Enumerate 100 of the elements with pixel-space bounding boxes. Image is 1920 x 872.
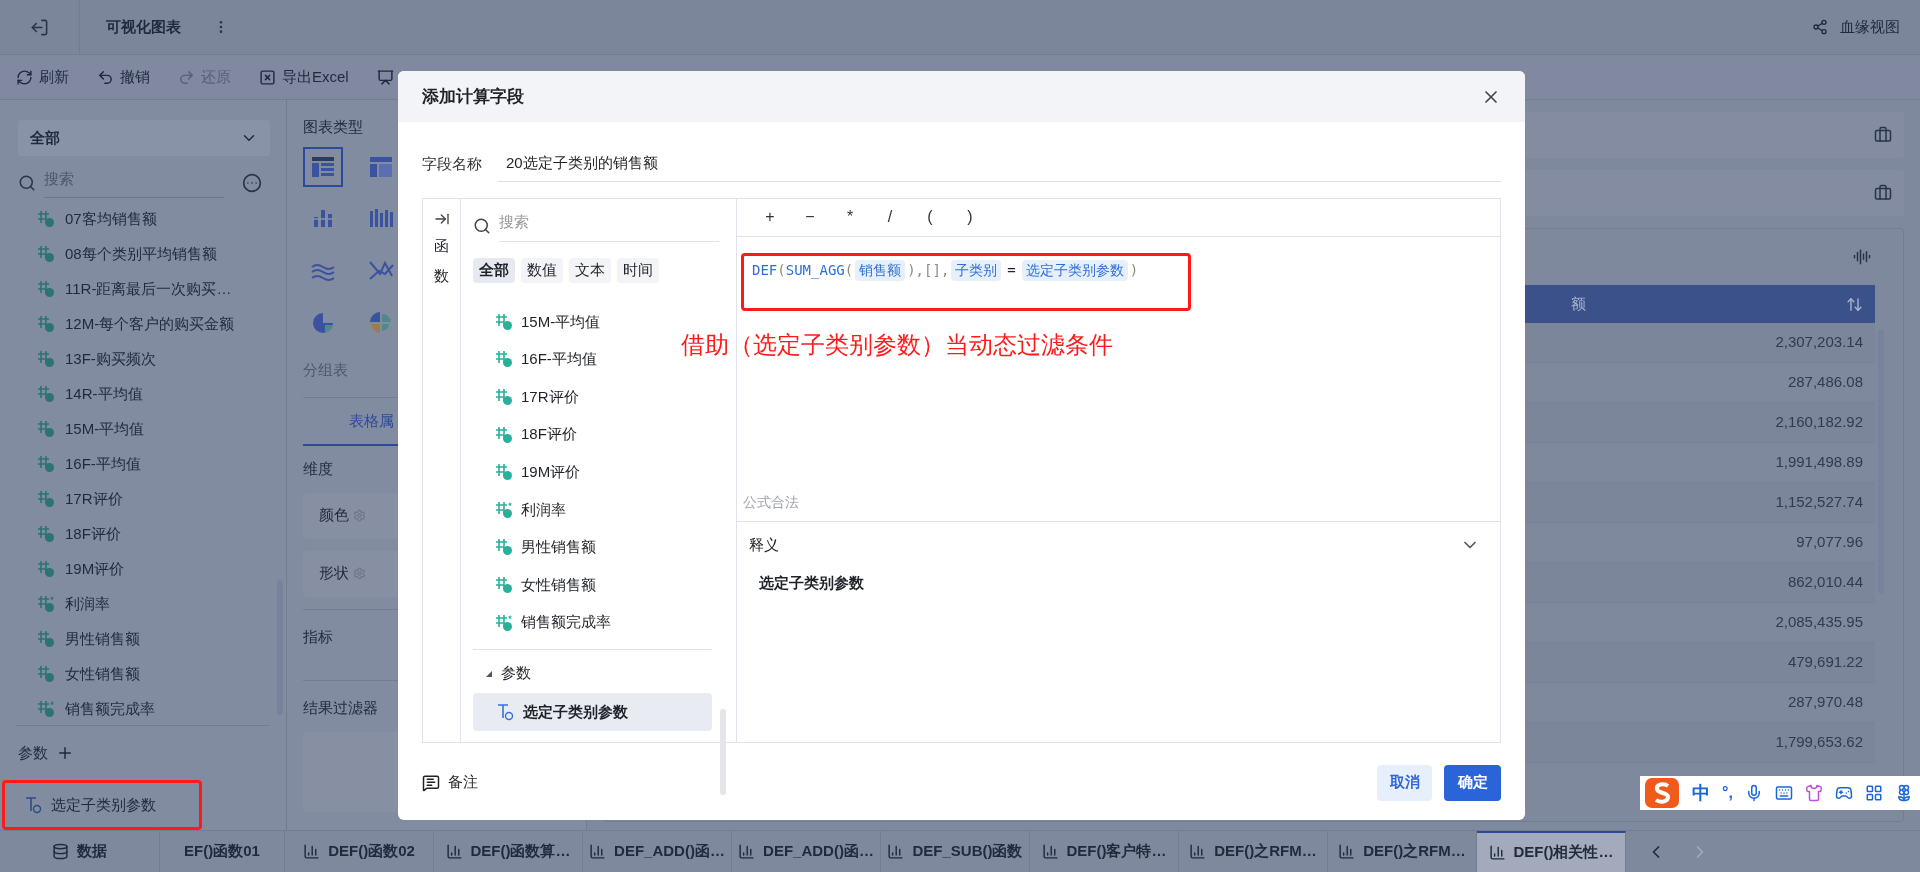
measure-field-icon <box>37 315 55 333</box>
shirt-icon[interactable] <box>1804 784 1823 802</box>
operator-button[interactable]: / <box>881 205 899 229</box>
briefcase-icon[interactable] <box>1874 184 1892 202</box>
lineage-view-button[interactable]: 血缘视图 <box>1812 15 1900 39</box>
operator-button[interactable]: ) <box>961 205 979 229</box>
keyboard-icon[interactable] <box>1774 784 1793 802</box>
measure-field-icon <box>495 425 513 444</box>
field-item[interactable]: 18F评价 <box>495 415 577 454</box>
measure-field-icon <box>495 538 513 557</box>
grid-icon[interactable] <box>1864 784 1883 802</box>
formula-editor[interactable]: DEF(SUM_AGG( 销售额 ),[], 子类别 = 选定子类别参数 ) <box>741 252 1191 311</box>
operator-button[interactable]: * <box>841 205 859 229</box>
measure-field-icon <box>495 388 513 406</box>
operator-button[interactable]: + <box>761 205 779 229</box>
field-item[interactable]: 19M评价 <box>495 453 581 491</box>
chart-icon <box>738 843 756 860</box>
field-item[interactable]: 16F-平均值 <box>0 446 286 482</box>
sheet-tab[interactable]: DEF()相关性… <box>1477 831 1626 872</box>
field-item[interactable]: 男性销售额 <box>495 528 596 567</box>
side-tab-char[interactable]: 函 <box>434 234 449 257</box>
field-item[interactable]: 利润率 <box>0 586 286 622</box>
field-item[interactable]: 18F评价 <box>0 516 286 552</box>
search-icon <box>18 173 36 192</box>
chart-icon <box>589 843 607 860</box>
toolbar-button[interactable]: 刷新 <box>16 65 69 89</box>
ime-punctuation[interactable]: °, <box>1722 781 1733 805</box>
formula-punctuation: ( <box>777 260 786 278</box>
field-item[interactable]: 13F-购买频次 <box>0 341 286 377</box>
chart-icon <box>445 843 463 860</box>
section-title: 图表类型 <box>303 117 363 137</box>
briefcase-icon[interactable] <box>1874 126 1892 144</box>
bars-icon[interactable] <box>1853 248 1871 266</box>
ime-mode[interactable]: 中 <box>1692 779 1710 807</box>
measure-field-icon <box>37 525 55 543</box>
toolbar-button[interactable] <box>376 68 394 86</box>
field-item[interactable]: 11R-距离最后一次购买… <box>0 271 286 307</box>
measure-field-icon <box>37 280 55 298</box>
measure-field-icon <box>37 245 55 263</box>
measure-field-icon <box>495 350 513 369</box>
field-item[interactable]: 女性销售额 <box>0 656 286 692</box>
category-tab[interactable]: 数值 <box>521 258 563 283</box>
chart-icon <box>1041 843 1059 860</box>
field-item[interactable]: 16F-平均值 <box>495 340 597 379</box>
chart-icon <box>1338 843 1356 860</box>
category-tab[interactable]: 时间 <box>617 258 659 283</box>
confirm-button[interactable]: 确定 <box>1444 764 1501 801</box>
measure-field-icon <box>37 595 55 613</box>
chart-type-button[interactable] <box>303 146 343 187</box>
field-item[interactable]: 销售额完成率 <box>0 691 286 725</box>
toolbar-button[interactable]: 撤销 <box>97 65 150 89</box>
operator-button[interactable]: − <box>801 205 819 229</box>
measure-field-icon <box>37 385 55 403</box>
field-item[interactable]: 08每个类别平均销售额 <box>0 236 286 272</box>
section-title: 维度 <box>303 459 333 479</box>
validation-status: 公式合法 <box>742 492 800 512</box>
field-item[interactable]: 女性销售额 <box>495 566 596 604</box>
name-input[interactable]: 20选定子类别的销售额 <box>498 146 1501 182</box>
measure-field-icon <box>495 500 513 519</box>
scrollbar-thumb[interactable] <box>720 708 726 795</box>
back-icon[interactable] <box>30 17 49 37</box>
cancel-button[interactable]: 取消 <box>1377 764 1432 801</box>
field-item[interactable]: 12M-每个客户的购买金额 <box>0 306 286 342</box>
field-item[interactable]: 销售额完成率 <box>495 603 611 642</box>
category-tab[interactable]: 全部 <box>473 258 515 283</box>
group-title: 参数 <box>501 663 531 684</box>
note-button[interactable]: 备注 <box>422 771 478 794</box>
parameter-item[interactable]: 选定子类别参数 <box>2 780 202 830</box>
field-item[interactable]: 17R评价 <box>495 378 579 416</box>
collapse-triangle-icon[interactable] <box>485 669 493 678</box>
database-icon <box>52 843 69 860</box>
field-item[interactable]: 15M-平均值 <box>0 411 286 447</box>
category-tab[interactable]: 文本 <box>569 258 611 283</box>
parameter-item[interactable]: 选定子类别参数 <box>473 692 712 731</box>
field-item[interactable]: 15M-平均值 <box>495 303 601 341</box>
function-search-field[interactable]: 搜索 <box>499 210 719 242</box>
chart-icon <box>1189 843 1207 860</box>
side-tab-char[interactable]: 数 <box>434 265 449 288</box>
column-header-text: 额 <box>1571 293 1586 314</box>
toolbar-button[interactable]: 导出Excel <box>259 65 349 89</box>
measure-field-icon <box>495 613 513 632</box>
measure-field-icon <box>37 210 55 228</box>
sort-icon[interactable] <box>1846 295 1863 313</box>
more-icon[interactable] <box>242 172 262 193</box>
formula-operator: = <box>1006 260 1017 280</box>
field-token: 选定子类别参数 <box>1021 259 1128 281</box>
field-item[interactable]: 17R评价 <box>0 481 286 517</box>
measure-field-icon <box>37 455 55 473</box>
gamepad-icon[interactable] <box>1834 784 1853 802</box>
operator-button[interactable]: ( <box>921 205 939 229</box>
field-item[interactable]: 男性销售额 <box>0 621 286 657</box>
measure-field-icon <box>37 490 55 508</box>
field-item[interactable]: 利润率 <box>495 490 566 529</box>
field-item[interactable]: 07客均销售额 <box>0 201 286 237</box>
field-token: 子类别 <box>951 259 1002 281</box>
field-item[interactable]: 14R-平均值 <box>0 376 286 412</box>
slot-label: 形状 <box>319 563 349 584</box>
scope-dropdown[interactable]: 全部 <box>18 120 270 156</box>
page-title: 可视化图表 <box>106 16 181 37</box>
field-item[interactable]: 19M评价 <box>0 551 286 587</box>
